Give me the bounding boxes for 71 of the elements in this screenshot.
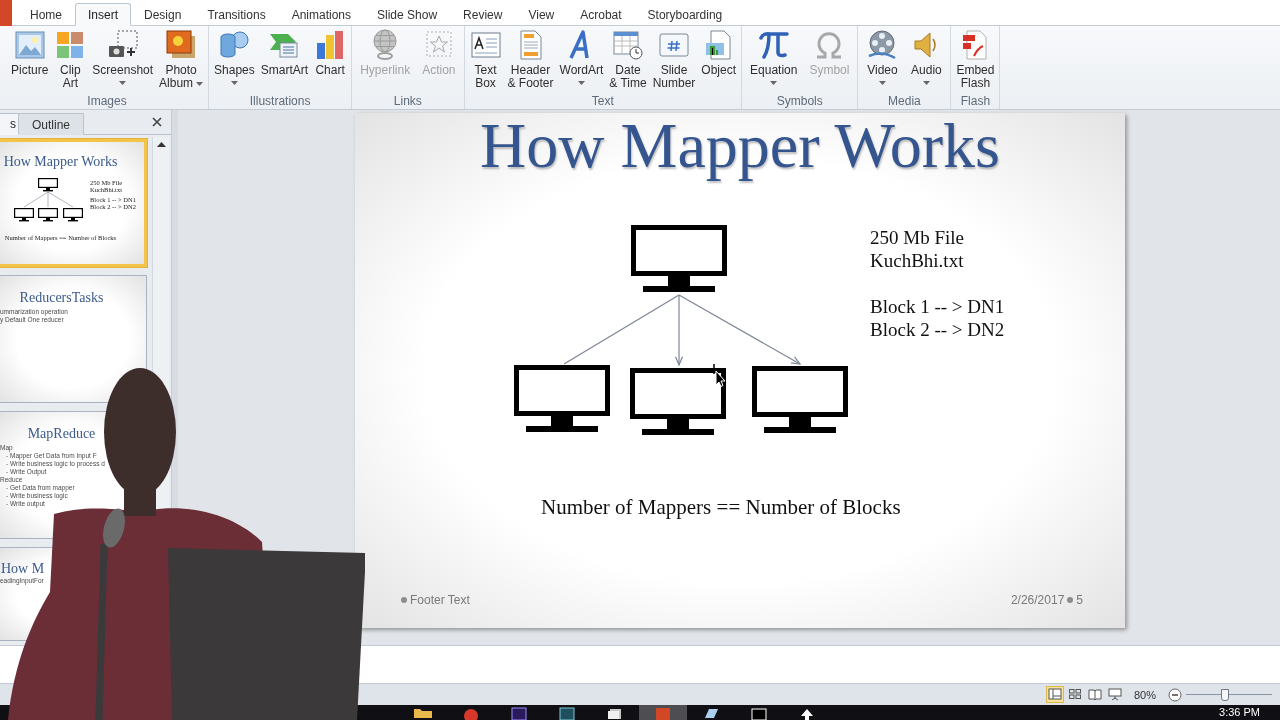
view-button[interactable] [1105,686,1124,703]
ribbon-tab[interactable]: Insert [75,3,132,26]
photo-album-icon [165,29,198,61]
thumbnail-title: ReducersTasks [19,289,104,307]
wordart-button[interactable]: WordArt [556,26,607,92]
ribbon-tab[interactable]: Design [131,3,195,26]
audio-button[interactable]: Audio [904,26,949,92]
calendar-clock-icon [612,29,644,61]
panel-tab[interactable]: s [0,113,19,135]
ribbon-group-label: Symbols [776,94,823,108]
view-button[interactable] [1085,686,1104,703]
close-icon [152,117,162,127]
clock-text: 3:36 PM [1219,705,1260,719]
zoom-out-button[interactable] [1168,687,1182,702]
slide-text: KuchBhi.txt [870,249,964,272]
ribbon-group-label: Links [393,94,422,108]
chart-button[interactable]: Chart [311,26,350,92]
ribbon-group-label: Media [888,94,921,108]
bullet-icon [1067,597,1074,603]
slide-text: Block 1 -- > DN1 [870,295,1005,318]
ribbon-tab[interactable]: Slide Show [364,3,451,26]
zoom-slider-thumb[interactable] [1220,688,1229,701]
slide-number-button[interactable]: Slide Number [649,26,699,92]
ribbon-tab[interactable]: Review [450,3,516,26]
equation-button[interactable]: Equation [744,26,804,92]
slide-sorter-icon [1067,688,1082,701]
panel-tab[interactable]: Outline [19,113,85,135]
close-button[interactable] [150,115,164,129]
screenshot-button[interactable]: Screenshot [89,26,157,92]
ribbon-tab[interactable]: Animations [278,3,364,26]
slide-date: 2/26/2017 [1010,592,1065,608]
book-icon [1087,688,1102,701]
ribbon-tab[interactable]: Storyboarding [634,3,736,26]
pi-icon [757,29,790,61]
thumbnail-title: How Mapper Works [3,153,118,171]
ribbon-group-label: Flash [960,94,991,108]
up-arrow-icon [156,141,166,147]
ribbon-group-label: Images [87,94,127,108]
ribbon-tab[interactable]: Home [17,3,75,26]
video-button[interactable]: Video [860,26,905,92]
object-button[interactable]: Object [698,26,740,92]
slide-text: Block 2 -- > DN2 [870,318,1005,341]
picture-button[interactable]: Picture [8,26,52,92]
slide-text: 250 Mb File [870,226,964,249]
photo-album-button[interactable]: Photo Album [156,26,207,92]
ribbon-tab[interactable]: Transitions [194,3,279,26]
date-time-button[interactable]: Date & Time [606,26,650,92]
text-box-button[interactable]: Text Box [466,26,505,92]
thumbnail-title: MapReduce [27,425,96,443]
thumbnail-title: How M [1,560,45,578]
picture-icon [13,29,46,61]
bullet-icon [401,597,407,603]
zoom-level-text: 80% [1133,687,1156,702]
view-button[interactable] [1045,686,1064,703]
ribbon-group-label: Text [591,94,614,108]
shapes-icon [218,29,251,61]
normal-view-icon [1047,688,1062,701]
ribbon-group-label: Illustrations [249,94,311,108]
ribbon-tab[interactable]: View [515,3,568,26]
clip-art-button[interactable]: Clip Art [51,26,90,92]
header-footer-button[interactable]: Header & Footer [504,26,557,92]
ribbon-tab[interactable]: Acrobat [567,3,635,26]
minus-circle-icon [1168,687,1182,702]
slide-number: 5 [1076,592,1083,608]
slide-caption: Number of Mappers == Number of Blocks [541,495,901,519]
smartart-button[interactable]: SmartArt [257,26,312,92]
footer-text: Footer Text [410,592,470,608]
projector-screen-icon [1107,688,1122,701]
embed-flash-button[interactable]: Embed Flash [953,26,998,92]
text-box-icon [469,29,502,61]
shapes-button[interactable]: Shapes [211,26,258,92]
